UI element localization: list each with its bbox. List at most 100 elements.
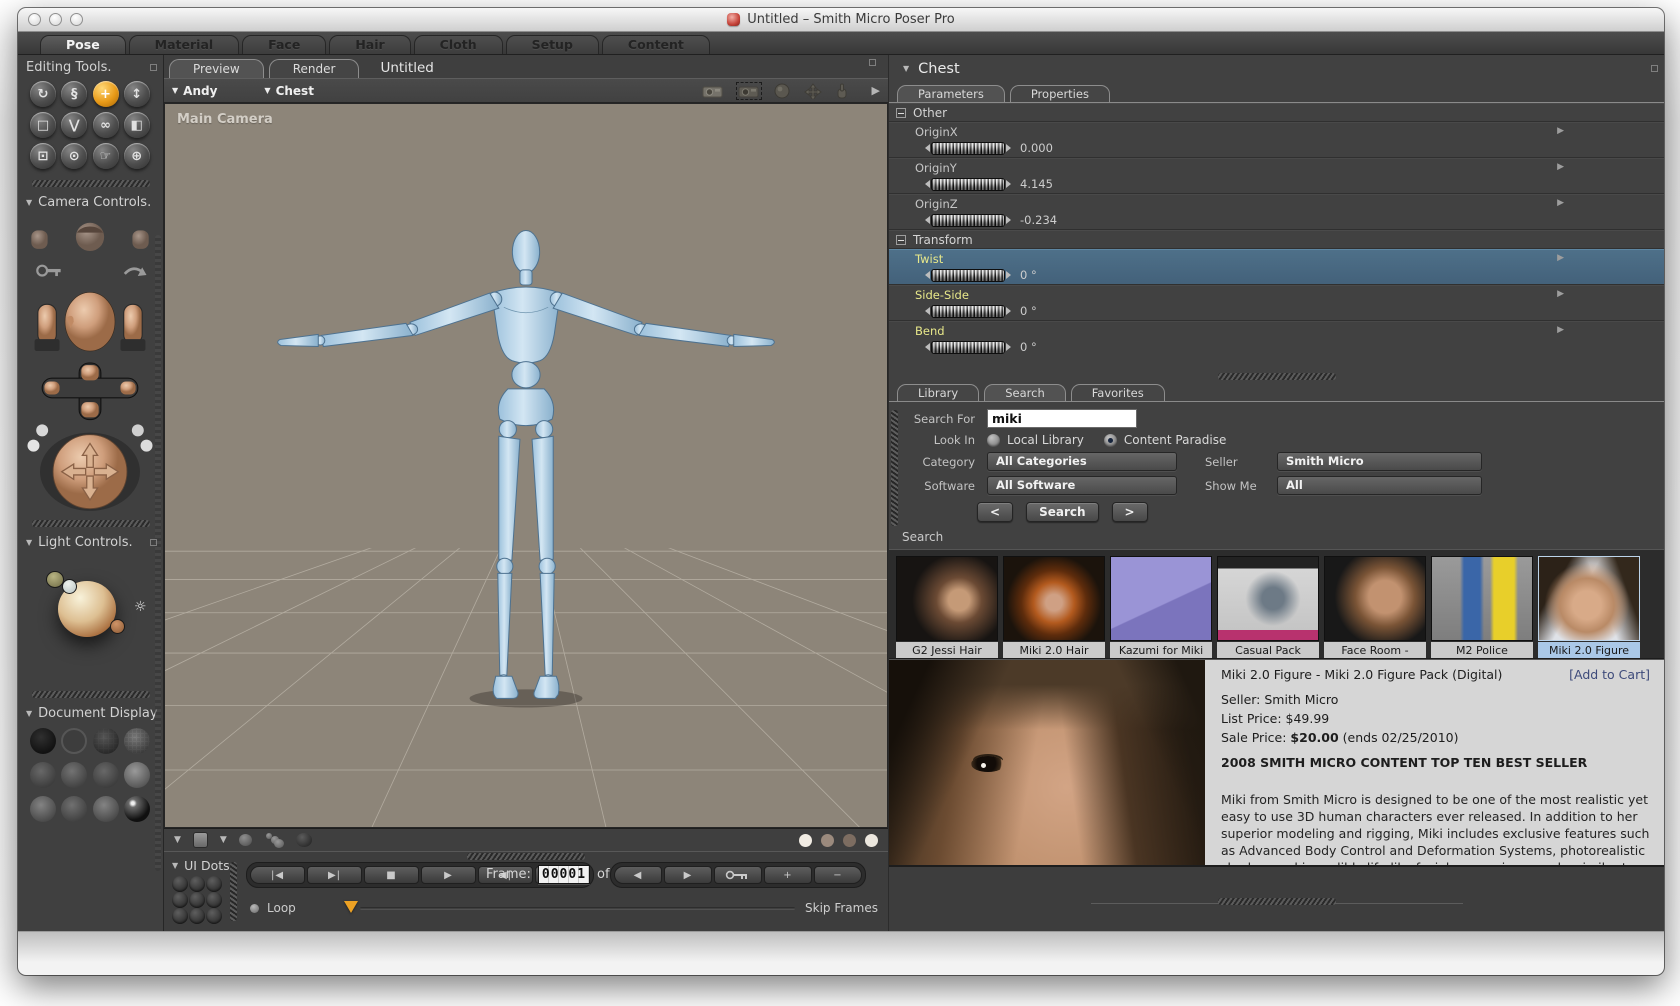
timeline-track[interactable] [359,906,796,910]
display-style-wireframe[interactable] [92,728,119,754]
depth-cue-menu-icon[interactable]: ▼ [174,835,181,845]
ui-dot[interactable] [172,892,188,908]
light-controls-widget[interactable]: ☼ [18,553,163,688]
section-drag-handle[interactable] [31,180,150,187]
next-page-button[interactable]: > [1111,502,1148,522]
result-casual-pack[interactable]: Casual Pack [1217,556,1319,658]
tab-search[interactable]: Search [984,384,1066,401]
tracking-full-icon[interactable] [295,833,312,847]
tool-translate-pull[interactable]: + [92,81,119,107]
tracking-menu-icon[interactable]: ▼ [220,835,227,845]
display-dot-2[interactable] [821,833,834,847]
tab-hair[interactable]: Hair [329,35,411,54]
tool-chain-break[interactable]: ∞ [92,112,119,138]
document-display-header[interactable]: ▼ Document Display [18,701,166,724]
result-miki-2-0-hair[interactable]: Miki 2.0 Hair [1003,556,1105,658]
result-miki-2-0-figure[interactable]: Miki 2.0 Figure [1538,556,1640,658]
result-g2-jessi-hair[interactable]: G2 Jessi Hair [896,556,998,658]
camera-view-icon[interactable] [702,84,724,98]
tracking-fast-icon[interactable] [238,834,252,846]
display-style-textured[interactable] [123,796,150,822]
param-menu-icon[interactable]: ▶ [1557,289,1564,299]
parameter-dial[interactable] [931,340,1005,354]
parameter-dial[interactable] [931,213,1005,227]
actor-menu-triangle-icon[interactable]: ▼ [903,64,909,73]
add-keyframe-button[interactable]: + [764,866,812,884]
splitter-drag-handle[interactable] [1217,373,1336,380]
dial-increment-icon[interactable] [1006,343,1011,351]
detach-icon[interactable] [150,539,157,546]
param-menu-icon[interactable]: ▶ [1557,325,1564,335]
timeline-playhead[interactable] [343,901,358,913]
parameter-dial[interactable] [931,141,1005,155]
tab-favorites[interactable]: Favorites [1070,384,1165,401]
stop-button[interactable]: ■ [364,866,419,884]
tool-scale[interactable]: □ [30,112,56,138]
param-menu-icon[interactable]: ▶ [1557,126,1564,136]
tool-rotate[interactable]: ↻ [30,81,56,107]
tab-setup[interactable]: Setup [505,35,599,54]
tab-preview[interactable]: Preview [169,59,264,78]
dial-decrement-icon[interactable] [925,307,930,315]
figure-menu[interactable]: ▼ Andy [172,84,217,98]
radio-local-library[interactable]: Local Library [987,433,1084,447]
last-frame-button[interactable]: ▶| [307,866,362,884]
light-controls-header[interactable]: ▼ Light Controls. [18,530,163,553]
actor-menu[interactable]: ▼ Chest [264,84,314,98]
light-3-handle[interactable] [110,619,125,634]
display-style-silhouette[interactable] [30,728,56,754]
ui-dot[interactable] [206,908,222,924]
param-menu-icon[interactable]: ▶ [1557,198,1564,208]
tab-cloth[interactable]: Cloth [413,35,503,54]
category-dropdown[interactable]: All Categories [987,452,1177,471]
search-button[interactable]: Search [1026,502,1099,522]
tool-taper[interactable]: ⋁ [61,112,88,138]
transport-divider[interactable] [230,862,237,921]
add-to-cart-link[interactable]: [Add to Cart] [1569,667,1650,682]
trackball-icon[interactable] [774,83,790,99]
parameter-dial[interactable] [931,177,1005,191]
tab-material[interactable]: Material [128,35,240,54]
camera-flyaround-icon[interactable] [735,81,762,100]
light-2-handle[interactable] [62,579,77,594]
group-other[interactable]: Other [889,103,1664,122]
tool-direct-manipulation[interactable]: ⊕ [123,143,150,169]
selected-actor-name[interactable]: Chest [918,61,959,77]
library-drag-handle[interactable] [891,410,898,526]
dial-increment-icon[interactable] [1006,271,1011,279]
result-kazumi-for-miki[interactable]: Kazumi for Miki [1110,556,1212,658]
play-button[interactable]: ▶ [421,866,476,884]
display-style-flat-shaded[interactable] [61,762,88,788]
dial-increment-icon[interactable] [1006,216,1011,224]
delete-keyframe-button[interactable]: − [814,866,862,884]
section-drag-handle[interactable] [31,691,150,698]
ui-dot[interactable] [206,892,222,908]
tracking-multi-icon[interactable] [264,832,284,848]
show-me-dropdown[interactable]: All [1277,476,1482,495]
display-style-outline[interactable] [61,728,88,754]
tracking-box-icon[interactable] [192,832,208,848]
detach-icon[interactable] [869,59,876,66]
create-light-icon[interactable]: ☼ [134,599,147,615]
group-transform[interactable]: Transform [889,230,1664,249]
result-m2-police[interactable]: M2 Police [1431,556,1533,658]
param-menu-icon[interactable]: ▶ [1557,162,1564,172]
camera-controls-widget[interactable] [18,213,163,517]
search-input[interactable] [987,409,1137,428]
tool-translate-in-out[interactable]: ↕ [123,81,150,107]
tool-color[interactable]: ◧ [123,112,150,138]
tab-content[interactable]: Content [601,35,710,54]
section-drag-handle[interactable] [31,520,150,527]
detach-icon[interactable] [1651,65,1658,72]
collapse-group-icon[interactable] [896,108,906,118]
dial-increment-icon[interactable] [1006,180,1011,188]
move-camera-icon[interactable] [803,82,822,99]
loop-toggle[interactable] [250,903,259,913]
next-key-button[interactable]: ▶ [664,866,712,884]
dial-decrement-icon[interactable] [925,271,930,279]
ui-dots-header[interactable]: ▼ UI Dots [172,858,230,876]
camera-controls-header[interactable]: ▼ Camera Controls. [18,190,163,213]
display-style-smooth-lined[interactable] [61,796,88,822]
tool-twist[interactable]: § [61,81,88,107]
display-style-cartoon[interactable] [123,762,150,788]
